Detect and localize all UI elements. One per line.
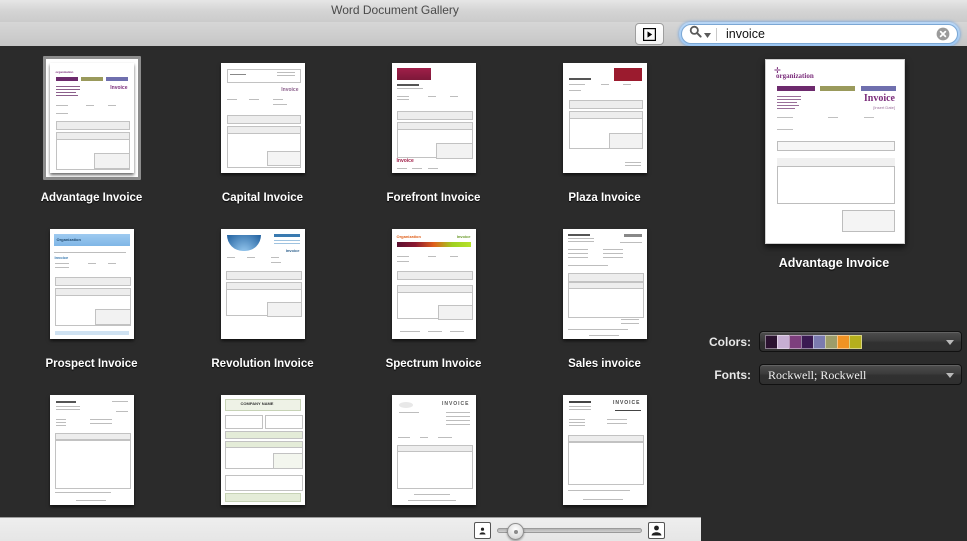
template-item[interactable]: Sales invoice	[519, 218, 690, 384]
search-magnifier-icon	[689, 25, 702, 43]
thumbnail-frame[interactable]	[556, 56, 654, 180]
template-label: Sales invoice	[568, 358, 641, 370]
template-thumbnail: Organization Invoice	[391, 229, 476, 339]
template-gallery[interactable]: organization Invoice Advantage Invoice I…	[0, 46, 701, 517]
template-label: Capital Invoice	[221, 192, 304, 204]
preview-panel: organization ✛ Invoice [Insert Date] Adv…	[701, 46, 967, 540]
preview-logo-icon: ✛	[774, 66, 781, 75]
template-thumbnail	[562, 229, 647, 339]
color-swatch-strip	[765, 335, 862, 349]
small-thumbnail-icon[interactable]	[474, 522, 491, 539]
preview-invoice-title: Invoice	[863, 93, 895, 104]
fonts-value: Rockwell; Rockwell	[768, 368, 867, 382]
thumbnail-frame[interactable]: COMPANY NAME	[214, 388, 312, 512]
status-bar	[0, 517, 701, 541]
thumbnail-frame[interactable]: INVOICE	[556, 388, 654, 512]
color-swatch	[849, 335, 862, 349]
template-label: Prospect Invoice	[45, 358, 138, 370]
document-preview[interactable]: organization ✛ Invoice [Insert Date]	[765, 59, 905, 244]
template-label: Plaza Invoice	[568, 192, 641, 204]
colors-row: Colors:	[701, 331, 967, 353]
template-thumbnail: Organization Invoice	[49, 229, 134, 339]
preview-caption: Advantage Invoice	[778, 256, 890, 270]
fonts-dropdown[interactable]: Rockwell; Rockwell	[759, 364, 962, 385]
media-play-in-box-icon	[643, 27, 656, 41]
template-label: Advantage Invoice	[40, 192, 143, 204]
template-item[interactable]: organization Invoice Advantage Invoice	[6, 52, 177, 218]
window-title-bar: Word Document Gallery	[0, 0, 967, 23]
large-thumbnail-icon[interactable]	[648, 522, 665, 539]
template-thumbnail: organization Invoice	[49, 63, 134, 173]
search-divider	[716, 27, 717, 41]
preview-organization-text: organization	[776, 72, 814, 80]
thumbnail-frame[interactable]: INVOICE	[385, 388, 483, 512]
template-item[interactable]: INVOICE	[519, 384, 690, 517]
chevron-down-icon[interactable]	[946, 373, 954, 378]
template-item[interactable]: INVOICE	[348, 384, 519, 517]
fonts-label: Fonts:	[714, 368, 751, 382]
template-thumbnail: INVOICE	[562, 395, 647, 505]
thumbnail-frame[interactable]: Organization Invoice	[43, 222, 141, 346]
template-grid: organization Invoice Advantage Invoice I…	[0, 46, 701, 517]
thumbnail-frame[interactable]	[556, 222, 654, 346]
thumbnail-frame[interactable]	[43, 388, 141, 512]
preview-bar-1	[777, 86, 815, 91]
thumbnail-size-slider-knob[interactable]	[507, 523, 524, 540]
search-input[interactable]	[724, 25, 936, 43]
template-item[interactable]: Invoice Revolution Invoice	[177, 218, 348, 384]
search-field[interactable]	[681, 24, 958, 44]
fonts-row: Fonts: Rockwell; Rockwell	[701, 364, 967, 386]
template-label: Revolution Invoice	[211, 358, 314, 370]
template-item[interactable]: Organization Invoice Spectrum Invoice	[348, 218, 519, 384]
template-item[interactable]	[6, 384, 177, 517]
clear-circle-x-icon[interactable]	[936, 27, 950, 41]
template-item[interactable]: Invoice Forefront Invoice	[348, 52, 519, 218]
search-box[interactable]	[679, 22, 960, 46]
template-thumbnail: Invoice	[220, 229, 305, 339]
template-thumbnail: COMPANY NAME	[220, 395, 305, 505]
thumbnail-frame[interactable]: Invoice	[214, 222, 312, 346]
template-thumbnail: Invoice	[391, 63, 476, 173]
preview-invoice-subtitle: [Insert Date]	[873, 105, 895, 110]
template-item[interactable]: Plaza Invoice	[519, 52, 690, 218]
thumbnail-frame[interactable]: Organization Invoice	[385, 222, 483, 346]
colors-dropdown[interactable]	[759, 331, 962, 352]
template-item[interactable]: Invoice Capital Invoice	[177, 52, 348, 218]
template-label: Forefront Invoice	[386, 192, 481, 204]
window-title: Word Document Gallery	[331, 3, 459, 17]
preview-bar-3	[861, 86, 896, 91]
template-thumbnail	[562, 63, 647, 173]
chevron-down-icon[interactable]	[704, 25, 711, 43]
preview-header-table	[777, 141, 895, 151]
template-item[interactable]: COMPANY NAME	[177, 384, 348, 517]
view-toggle-button[interactable]	[635, 23, 664, 45]
preview-bar-2	[820, 86, 855, 91]
preview-totals-table	[842, 210, 895, 232]
chevron-down-icon[interactable]	[946, 340, 954, 345]
colors-label: Colors:	[709, 335, 751, 349]
template-thumbnail	[49, 395, 134, 505]
thumbnail-frame[interactable]: Invoice	[214, 56, 312, 180]
template-label: Spectrum Invoice	[385, 358, 482, 370]
template-item[interactable]: Organization Invoice Prospect Invoice	[6, 218, 177, 384]
template-thumbnail: INVOICE	[391, 395, 476, 505]
template-thumbnail: Invoice	[220, 63, 305, 173]
thumbnail-frame[interactable]: Invoice	[385, 56, 483, 180]
thumbnail-frame-selected[interactable]: organization Invoice	[42, 56, 141, 180]
